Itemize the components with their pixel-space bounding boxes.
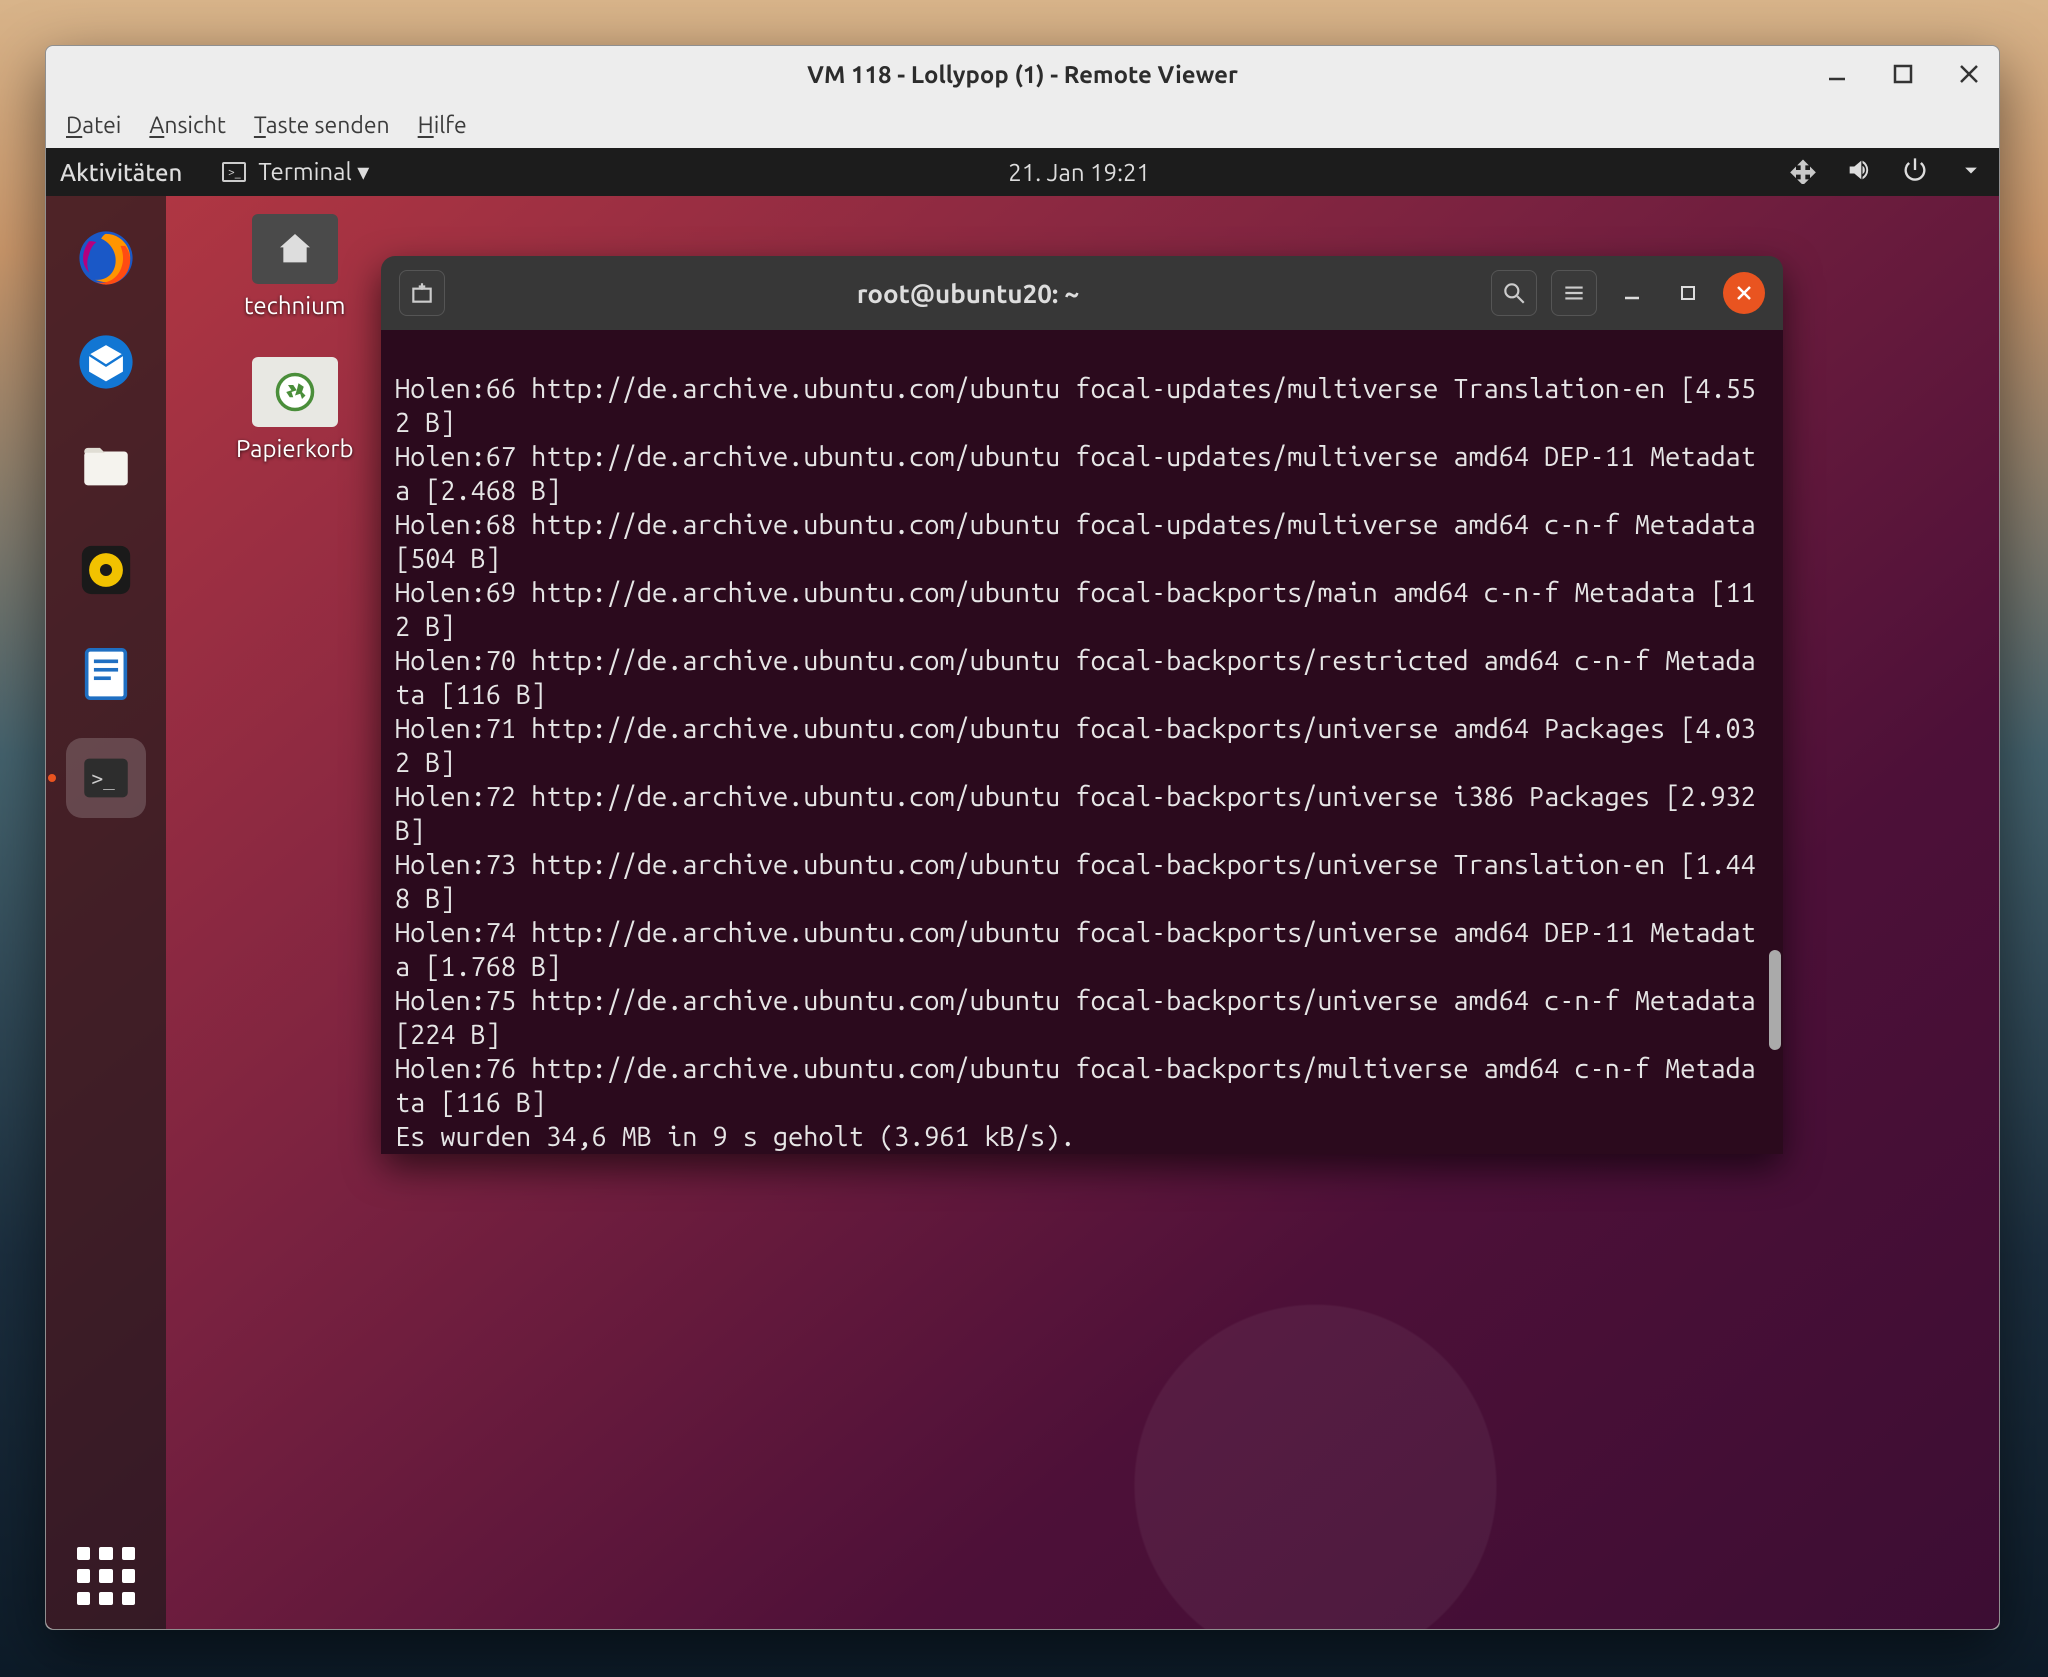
menu-help[interactable]: Hilfe [418,113,467,138]
desktop-trash[interactable]: Papierkorb [236,357,354,462]
remote-viewer-menubar: Datei Ansicht Taste senden Hilfe [46,102,1999,148]
terminal-title: root@ubuntu20: ~ [857,279,1079,308]
minimize-button[interactable] [1817,54,1857,94]
terminal-headerbar[interactable]: root@ubuntu20: ~ [381,256,1783,330]
dock: >_ [46,196,166,1629]
desktop-icon-label: Papierkorb [236,435,354,462]
svg-text:>_: >_ [92,767,116,790]
dock-files[interactable] [66,426,146,506]
app-menu-label: Terminal ▾ [258,158,369,186]
dock-writer[interactable] [66,634,146,714]
network-icon[interactable] [1789,156,1817,189]
remote-viewer-window: VM 118 - Lollypop (1) - Remote Viewer Da… [45,45,2000,1630]
menu-send-keys[interactable]: Taste senden [254,113,390,138]
terminal-close-button[interactable] [1723,272,1765,314]
desktop-home-folder[interactable]: technium [236,214,354,319]
dock-firefox[interactable] [66,218,146,298]
home-folder-icon [252,214,338,284]
menu-view[interactable]: Ansicht [149,113,226,138]
dock-terminal[interactable]: >_ [66,738,146,818]
dock-rhythmbox[interactable] [66,530,146,610]
topbar-clock[interactable]: 21. Jan 19:21 [1008,159,1150,186]
power-icon[interactable] [1901,156,1929,189]
new-tab-button[interactable] [399,270,445,316]
terminal-minimize-button[interactable] [1611,272,1653,314]
app-menu[interactable]: >_ Terminal ▾ [222,158,369,186]
terminal-hamburger-button[interactable] [1551,270,1597,316]
gnome-topbar: Aktivitäten >_ Terminal ▾ 21. Jan 19:21 [46,148,1999,196]
desktop-icon-label: technium [244,292,345,319]
guest-desktop: Aktivitäten >_ Terminal ▾ 21. Jan 19:21 [46,148,1999,1629]
maximize-button[interactable] [1883,54,1923,94]
dock-thunderbird[interactable] [66,322,146,402]
terminal-scrollbar[interactable] [1769,950,1781,1050]
terminal-output[interactable]: Holen:66 http://de.archive.ubuntu.com/ub… [381,330,1783,1154]
close-button[interactable] [1949,54,1989,94]
trash-icon [252,357,338,427]
volume-icon[interactable] [1845,156,1873,189]
terminal-menu-icon: >_ [222,162,246,182]
activities-button[interactable]: Aktivitäten [60,159,182,186]
desktop-area[interactable]: >_ technium Papierkorb [46,196,1999,1629]
terminal-maximize-button[interactable] [1667,272,1709,314]
menu-file[interactable]: Datei [66,113,121,138]
show-applications-button[interactable] [46,1547,166,1605]
chevron-down-icon[interactable] [1957,156,1985,189]
terminal-window[interactable]: root@ubuntu20: ~ Holen:66 http://de.arch… [381,256,1783,1154]
window-title: VM 118 - Lollypop (1) - Remote Viewer [46,61,1999,88]
remote-viewer-titlebar[interactable]: VM 118 - Lollypop (1) - Remote Viewer [46,46,1999,102]
terminal-search-button[interactable] [1491,270,1537,316]
